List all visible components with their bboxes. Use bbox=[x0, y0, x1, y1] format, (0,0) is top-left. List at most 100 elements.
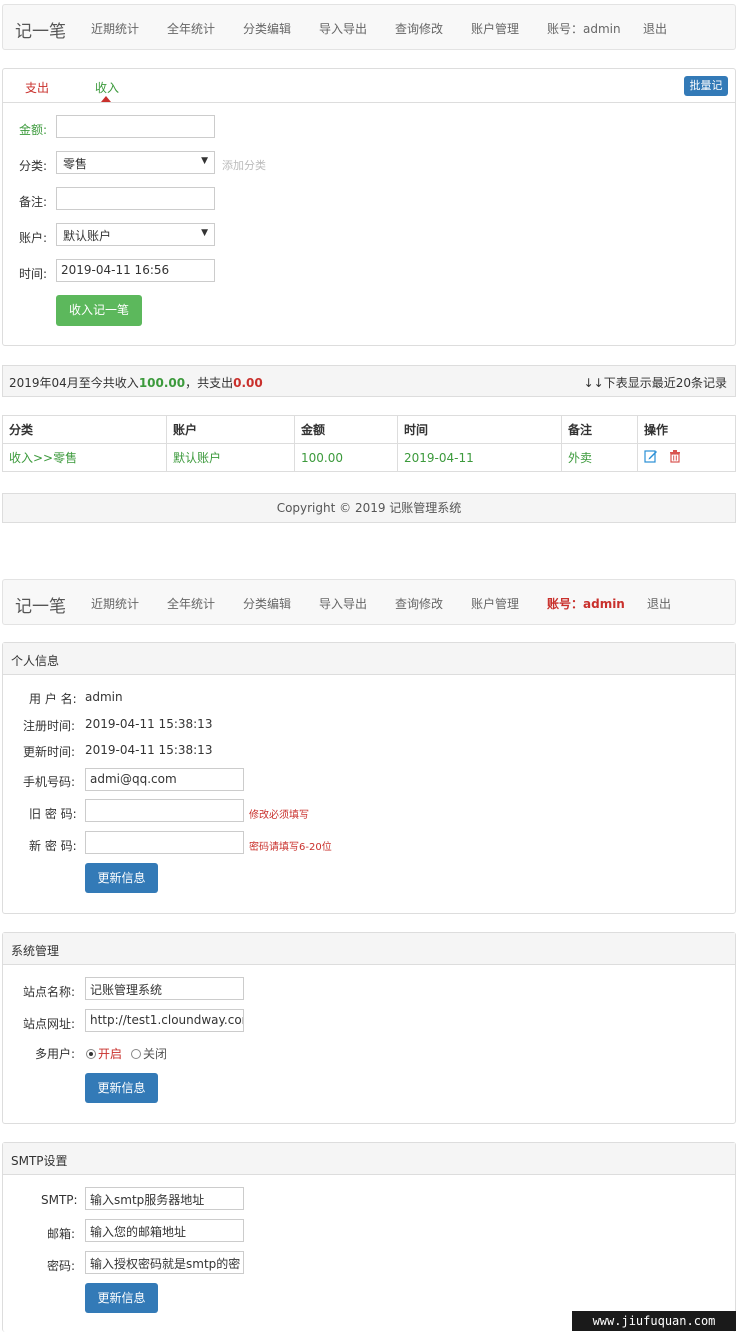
smtp-title: SMTP设置 bbox=[11, 1154, 68, 1168]
site-url-input[interactable]: http://test1.cloundway.com bbox=[85, 1009, 244, 1032]
summary-prefix: 2019年04月至今共收入 bbox=[9, 376, 139, 390]
cell-time: 2019-04-11 bbox=[397, 443, 562, 472]
brand-logo[interactable]: 记一笔 bbox=[15, 17, 66, 42]
summary-mid: ，共支出 bbox=[185, 376, 234, 390]
update-smtp-button[interactable]: 更新信息 bbox=[85, 1283, 158, 1313]
smtp-panel-header: SMTP设置 bbox=[3, 1143, 735, 1175]
update-profile-button[interactable]: 更新信息 bbox=[85, 863, 158, 893]
account-select[interactable]: 默认账户 ▼ bbox=[56, 223, 215, 246]
table-row: 收入>>零售 默认账户 100.00 2019-04-11 外卖 bbox=[2, 443, 736, 472]
nav-import-export[interactable]: 导入导出 bbox=[319, 20, 367, 37]
nav-account-manage[interactable]: 账户管理 bbox=[471, 20, 519, 37]
new-password-hint: 密码请填写6-20位 bbox=[249, 842, 332, 853]
dropdown-arrow-icon: ▼ bbox=[201, 228, 208, 238]
nav-query-modify[interactable]: 查询修改 bbox=[395, 20, 443, 37]
brand-logo[interactable]: 记一笔 bbox=[15, 592, 66, 617]
nav-account-user[interactable]: 账号：admin bbox=[547, 20, 621, 37]
cell-note: 外卖 bbox=[561, 443, 638, 472]
summary-right-note: ↓↓下表显示最近20条记录 bbox=[583, 376, 727, 390]
summary-text: 2019年04月至今共收入100.00，共支出0.00 bbox=[9, 374, 263, 391]
nav-recent-stats[interactable]: 近期统计 bbox=[91, 595, 139, 612]
nav-year-stats[interactable]: 全年统计 bbox=[167, 595, 215, 612]
income-submit-button[interactable]: 收入记一笔 bbox=[56, 295, 142, 326]
nav-year-stats[interactable]: 全年统计 bbox=[167, 20, 215, 37]
note-label: 备注: bbox=[19, 195, 48, 209]
cell-amount: 100.00 bbox=[294, 443, 398, 472]
summary-expense: 0.00 bbox=[233, 376, 263, 390]
smtp-panel: SMTP设置 SMTP: 输入smtp服务器地址 邮箱: 输入您的邮箱地址 密码… bbox=[2, 1142, 736, 1332]
update-system-button[interactable]: 更新信息 bbox=[85, 1073, 158, 1103]
record-form-panel: 支出 收入 批量记 金额: 分类: 零售 ▼ 添加分类 备注: 账户: 默认账户… bbox=[2, 68, 736, 346]
delete-icon[interactable] bbox=[668, 449, 682, 466]
system-title: 系统管理 bbox=[11, 944, 60, 958]
nav-category-edit[interactable]: 分类编辑 bbox=[243, 20, 291, 37]
old-password-label: 旧 密 码: bbox=[29, 807, 77, 821]
system-panel-header: 系统管理 bbox=[3, 933, 735, 965]
smtp-email-label: 邮箱: bbox=[47, 1227, 76, 1241]
new-password-input[interactable] bbox=[85, 831, 244, 854]
note-input[interactable] bbox=[56, 187, 215, 210]
summary-income: 100.00 bbox=[138, 376, 186, 390]
profile-title: 个人信息 bbox=[11, 654, 60, 668]
system-panel: 系统管理 站点名称: 记账管理系统 站点网址: http://test1.clo… bbox=[2, 932, 736, 1124]
nav-logout[interactable]: 退出 bbox=[647, 595, 671, 612]
summary-bar: 2019年04月至今共收入100.00，共支出0.00 ↓↓下表显示最近20条记… bbox=[2, 365, 736, 397]
site-name-label: 站点名称: bbox=[23, 985, 76, 999]
new-password-label: 新 密 码: bbox=[29, 839, 77, 853]
nav-account-manage[interactable]: 账户管理 bbox=[471, 595, 519, 612]
category-select[interactable]: 零售 ▼ bbox=[56, 151, 215, 174]
nav-import-export[interactable]: 导入导出 bbox=[319, 595, 367, 612]
nav-logout[interactable]: 退出 bbox=[643, 20, 667, 37]
username-label: 用 户 名: bbox=[29, 692, 77, 706]
tab-bar: 支出 收入 批量记 bbox=[3, 69, 735, 103]
time-input[interactable]: 2019-04-11 16:56 bbox=[56, 259, 215, 282]
cell-category: 收入>>零售 bbox=[2, 443, 167, 472]
multi-user-on-radio[interactable]: 开启 bbox=[86, 1045, 122, 1062]
tab-income[interactable]: 收入 bbox=[95, 79, 119, 96]
nav-recent-stats[interactable]: 近期统计 bbox=[91, 20, 139, 37]
smtp-server-input[interactable]: 输入smtp服务器地址 bbox=[85, 1187, 244, 1210]
amount-input[interactable] bbox=[56, 115, 215, 138]
smtp-email-input[interactable]: 输入您的邮箱地址 bbox=[85, 1219, 244, 1242]
radio-unchecked-icon bbox=[131, 1049, 141, 1059]
nav-category-edit[interactable]: 分类编辑 bbox=[243, 595, 291, 612]
top-navbar: 记一笔 近期统计 全年统计 分类编辑 导入导出 查询修改 账户管理 账号：adm… bbox=[2, 4, 736, 50]
header-time: 时间 bbox=[397, 415, 562, 444]
tab-expense[interactable]: 支出 bbox=[25, 79, 49, 96]
table-header-row: 分类 账户 金额 时间 备注 操作 bbox=[2, 415, 736, 444]
profile-panel: 个人信息 用 户 名: admin 注册时间: 2019-04-11 15:38… bbox=[2, 642, 736, 914]
header-category: 分类 bbox=[2, 415, 167, 444]
time-label: 时间: bbox=[19, 267, 48, 281]
site-url-label: 站点网址: bbox=[23, 1017, 76, 1031]
batch-record-button[interactable]: 批量记 bbox=[684, 76, 728, 96]
update-time-label: 更新时间: bbox=[23, 745, 76, 759]
records-table: 分类 账户 金额 时间 备注 操作 收入>>零售 默认账户 100.00 201… bbox=[2, 415, 736, 472]
add-category-link[interactable]: 添加分类 bbox=[222, 157, 266, 173]
header-note: 备注 bbox=[561, 415, 638, 444]
site-name-input[interactable]: 记账管理系统 bbox=[85, 977, 244, 1000]
update-time-value: 2019-04-11 15:38:13 bbox=[85, 743, 213, 757]
header-amount: 金额 bbox=[294, 415, 398, 444]
category-selected: 零售 bbox=[63, 157, 88, 171]
old-password-hint: 修改必须填写 bbox=[249, 810, 309, 821]
phone-input[interactable]: admi@qq.com bbox=[85, 768, 244, 791]
site-watermark: www.jiufuquan.com bbox=[572, 1311, 736, 1331]
register-time-label: 注册时间: bbox=[23, 719, 76, 733]
edit-icon[interactable] bbox=[644, 449, 658, 466]
dropdown-arrow-icon: ▼ bbox=[201, 156, 208, 166]
header-account: 账户 bbox=[166, 415, 295, 444]
register-time-value: 2019-04-11 15:38:13 bbox=[85, 717, 213, 731]
nav-query-modify[interactable]: 查询修改 bbox=[395, 595, 443, 612]
nav-account-user[interactable]: 账号：admin bbox=[547, 595, 625, 612]
copyright-footer: Copyright © 2019 记账管理系统 bbox=[2, 493, 736, 523]
account-selected: 默认账户 bbox=[63, 229, 112, 243]
amount-label: 金额: bbox=[19, 123, 48, 137]
multi-user-off-radio[interactable]: 关闭 bbox=[131, 1045, 167, 1062]
multi-user-on-label: 开启 bbox=[98, 1047, 123, 1061]
old-password-input[interactable] bbox=[85, 799, 244, 822]
active-tab-caret-icon bbox=[101, 96, 111, 102]
category-label: 分类: bbox=[19, 159, 48, 173]
account-label: 账户: bbox=[19, 231, 48, 245]
smtp-password-input[interactable]: 输入授权密码就是smtp的密 bbox=[85, 1251, 244, 1274]
username-value: admin bbox=[85, 690, 123, 704]
